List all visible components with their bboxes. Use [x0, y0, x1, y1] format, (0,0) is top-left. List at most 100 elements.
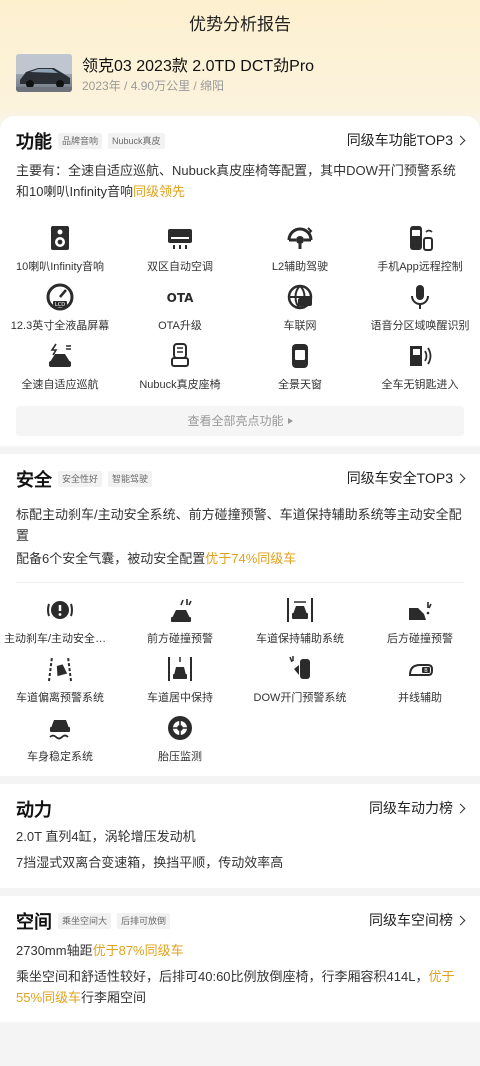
space-section: 空间 乘坐空间大 后排可放倒 同级车空间榜 2730mm轴距优于87%同级车 乘… [0, 896, 480, 1022]
link-label: 同级车功能TOP3 [346, 132, 453, 148]
page-title: 优势分析报告 [189, 15, 291, 34]
engine-info: 2.0T 直列4缸，涡轮增压发动机 [16, 829, 196, 844]
features-summary: 主要有：全速自适应巡航、Nubuck真皮座椅等配置，其中DOW开门预警系统和10… [16, 160, 464, 202]
tag: 后排可放倒 [117, 913, 171, 929]
feature-item[interactable]: 车道保持辅助系统 [240, 596, 360, 655]
feature-item[interactable]: B 并线辅助 [360, 655, 480, 714]
remote-app-icon [406, 224, 434, 252]
feature-item[interactable]: 车联网 [240, 283, 360, 342]
safety-summary-active: 标配主动刹车/主动安全系统、前方碰撞预警、车道保持辅助系统等主动安全配置 [16, 507, 462, 543]
adaptive-cruise-icon [46, 342, 74, 370]
feature-label: 后方碰撞预警 [387, 633, 453, 645]
feature-item[interactable]: 车身稳定系统 [0, 714, 120, 773]
svg-text:OTA: OTA [167, 291, 194, 305]
chevron-right-icon [455, 803, 466, 814]
microphone-icon [406, 283, 434, 311]
feature-item[interactable]: 全景天窗 [240, 342, 360, 401]
space-header: 空间 乘坐空间大 后排可放倒 同级车空间榜 [16, 906, 466, 934]
feature-label: 车联网 [283, 320, 317, 332]
cargo-info: 乘坐空间和舒适性较好，后排可40:60比例放倒座椅，行李厢容积414L，优于55… [16, 966, 464, 1008]
feature-label: 10喇叭Infinity音响 [15, 261, 105, 273]
sunroof-icon [286, 342, 314, 370]
feature-item[interactable]: 后方碰撞预警 [360, 596, 480, 655]
feature-label: 全速自适应巡航 [21, 379, 99, 391]
summary-text: 主要有：全速自适应巡航、Nubuck真皮座椅等配置，其中DOW开门预警系统和10… [16, 163, 456, 199]
keyless-entry-icon [406, 342, 434, 370]
connected-car-icon [286, 283, 314, 311]
safety-top3-link[interactable]: 同级车安全TOP3 [347, 468, 466, 488]
feature-label: 车身稳定系统 [27, 751, 93, 763]
view-all-features-button[interactable]: 查看全部亮点功能 [16, 406, 464, 436]
feature-label: 车道居中保持 [147, 692, 213, 704]
car-year: 2023年 [82, 79, 121, 93]
link-label: 同级车动力榜 [369, 800, 453, 816]
blind-spot-icon: B [406, 655, 434, 683]
divider [16, 582, 464, 583]
door-open-warning-icon [286, 655, 314, 683]
feature-item[interactable]: Nubuck真皮座椅 [120, 342, 240, 401]
feature-label: Nubuck真皮座椅 [139, 379, 221, 391]
car-thumbnail[interactable] [16, 54, 72, 92]
lane-center-icon [166, 655, 194, 683]
feature-item[interactable]: 手机App远程控制 [360, 224, 480, 283]
tag: 智能驾驶 [108, 471, 153, 487]
space-tags: 乘坐空间大 后排可放倒 [58, 913, 171, 929]
ota-icon: OTA [166, 283, 194, 311]
features-grid: 10喇叭Infinity音响 双区自动空调 L2辅助驾驶 手机App远程控制 L… [0, 224, 480, 401]
features-top3-link[interactable]: 同级车功能TOP3 [346, 130, 466, 150]
feature-item[interactable]: L2辅助驾驶 [240, 224, 360, 283]
link-label: 同级车空间榜 [369, 912, 453, 928]
feature-item[interactable]: 前方碰撞预警 [120, 596, 240, 655]
lane-keep-icon [286, 596, 314, 624]
features-tags: 品牌音响 Nubuck真皮 [58, 133, 165, 149]
car-meta: 2023年 / 4.90万公里 / 绵阳 [82, 77, 224, 94]
feature-label: 并线辅助 [398, 692, 442, 704]
feature-item[interactable]: 车道偏离预警系统 [0, 655, 120, 714]
features-header: 功能 品牌音响 Nubuck真皮 同级车功能TOP3 [16, 126, 466, 154]
car-name: 领克03 2023款 2.0TD DCT劲Pro [82, 58, 315, 75]
forward-collision-icon [166, 596, 194, 624]
summary-highlight: 优于87%同级车 [92, 943, 184, 958]
summary-text: 行李厢空间 [81, 990, 147, 1005]
summary-text: 乘坐空间和舒适性较好，后排可40:60比例放倒座椅，行李厢容积414L， [16, 969, 429, 984]
power-ranking-link[interactable]: 同级车动力榜 [369, 798, 466, 818]
feature-item[interactable]: 全速自适应巡航 [0, 342, 120, 401]
chevron-right-icon [455, 473, 466, 484]
section-title: 功能 [16, 132, 52, 152]
feature-item[interactable]: 双区自动空调 [120, 224, 240, 283]
tag: 乘坐空间大 [58, 913, 112, 929]
feature-label: 双区自动空调 [147, 261, 213, 273]
meta-separator: / [120, 79, 131, 93]
feature-label: 语音分区域唤醒识别 [370, 320, 470, 332]
feature-item[interactable]: DOW开门预警系统 [240, 655, 360, 714]
tag: Nubuck真皮 [108, 133, 165, 149]
air-conditioner-icon [166, 224, 194, 252]
chevron-right-icon [455, 135, 466, 146]
tag: 品牌音响 [58, 133, 103, 149]
car-city: 绵阳 [200, 79, 225, 93]
feature-item[interactable]: LCD 12.3英寸全液晶屏幕 [0, 283, 120, 342]
chevron-right-icon [455, 915, 466, 926]
summary-text: 2730mm轴距 [16, 943, 93, 958]
tire-pressure-icon [166, 714, 194, 742]
feature-item[interactable]: 语音分区域唤醒识别 [360, 283, 480, 342]
button-label: 查看全部亮点功能 [187, 414, 284, 428]
feature-label: 全景天窗 [278, 379, 322, 391]
feature-label: OTA升级 [158, 320, 202, 332]
feature-item[interactable]: 全车无钥匙进入 [360, 342, 480, 401]
feature-label: 全车无钥匙进入 [381, 379, 459, 391]
caret-right-icon [287, 418, 293, 424]
feature-item[interactable]: OTA OTA升级 [120, 283, 240, 342]
feature-item[interactable]: 10喇叭Infinity音响 [0, 224, 120, 283]
safety-header: 安全 安全性好 智能驾驶 同级车安全TOP3 [16, 464, 466, 492]
feature-item[interactable]: 主动刹车/主动安全系统 [0, 596, 120, 655]
space-ranking-link[interactable]: 同级车空间榜 [369, 910, 466, 930]
feature-item[interactable]: 胎压监测 [120, 714, 240, 773]
feature-label: L2辅助驾驶 [271, 261, 329, 273]
lcd-gauge-icon: LCD [46, 283, 74, 311]
feature-label: 前方碰撞预警 [147, 633, 213, 645]
lane-departure-icon [46, 655, 74, 683]
transmission-info: 7挡湿式双离合变速箱，换挡平顺，传动效率高 [16, 855, 284, 870]
feature-item[interactable]: 车道居中保持 [120, 655, 240, 714]
tag: 安全性好 [58, 471, 103, 487]
